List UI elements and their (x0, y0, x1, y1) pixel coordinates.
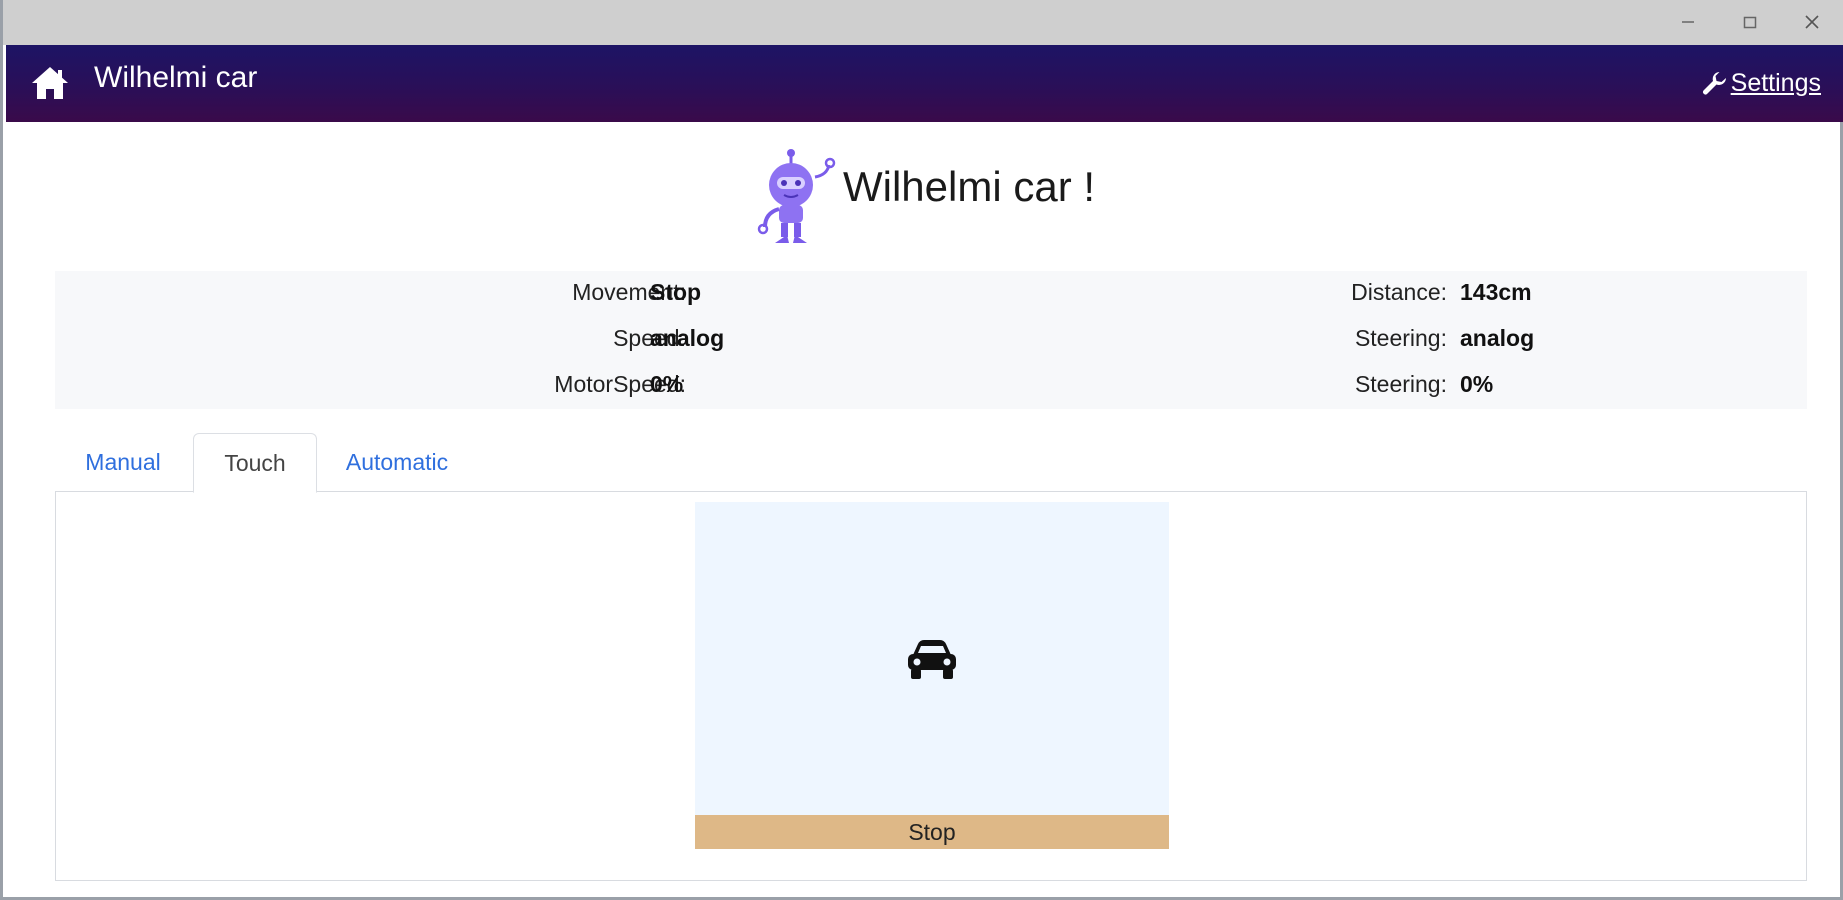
settings-link[interactable]: Settings (1702, 69, 1821, 98)
tab-touch[interactable]: Touch (193, 433, 317, 493)
steering-mode-label: Steering: (1354, 325, 1447, 351)
movement-value: Stop (650, 279, 702, 305)
distance-value: 143cm (1460, 279, 1532, 305)
steering-value: 0% (1460, 371, 1494, 397)
robot-logo-icon (757, 149, 836, 243)
close-icon[interactable] (1785, 6, 1839, 38)
steering-value-label: Steering: (1354, 371, 1447, 397)
top-navbar: Wilhelmi car Settings (6, 45, 1843, 122)
status-panel: Movement: Stop Distance: 143cm Speed: an… (55, 271, 1807, 409)
home-icon[interactable] (30, 65, 70, 101)
steering-mode-value: analog (1460, 325, 1535, 351)
title-bar[interactable] (3, 0, 1843, 45)
app-window: Wilhelmi car Settings Wilhelmi car ! Mov… (0, 0, 1843, 900)
settings-label: Settings (1730, 69, 1821, 97)
tab-manual[interactable]: Manual (67, 433, 179, 493)
brand-title[interactable]: Wilhelmi car (94, 61, 257, 95)
page-title: Wilhelmi car ! (843, 163, 1096, 210)
hero-header: Wilhelmi car ! (751, 147, 1095, 247)
speed-value: analog (650, 325, 725, 351)
minimize-icon[interactable] (1661, 6, 1715, 38)
maximize-icon[interactable] (1723, 6, 1777, 38)
distance-label: Distance: (1351, 279, 1447, 305)
stop-button[interactable]: Stop (695, 815, 1169, 849)
touch-control-pad[interactable] (695, 502, 1169, 815)
tab-automatic[interactable]: Automatic (331, 433, 463, 493)
car-icon[interactable] (906, 638, 958, 682)
wrench-icon (1702, 71, 1726, 94)
motor-speed-value: 0% (650, 371, 684, 397)
